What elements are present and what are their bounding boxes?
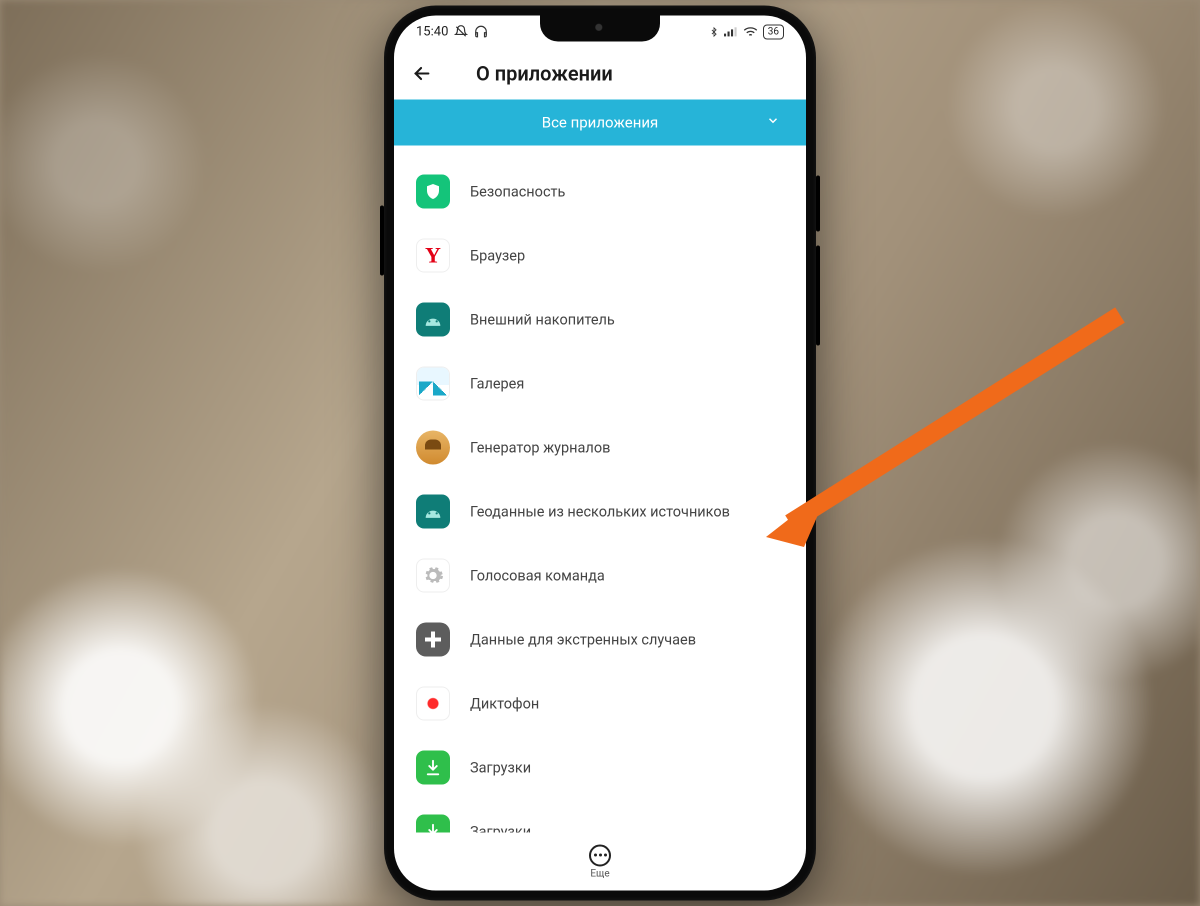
bluetooth-icon <box>709 25 719 38</box>
app-label: Безопасность <box>470 183 565 200</box>
log-icon <box>416 431 450 465</box>
chevron-down-icon <box>766 114 780 132</box>
back-button[interactable] <box>408 60 436 88</box>
phone-frame: 15:40 36 <box>384 6 816 901</box>
app-label: Внешний накопитель <box>470 311 615 328</box>
app-row-emergency[interactable]: Данные для экстренных случаев <box>394 608 806 672</box>
app-row-recorder[interactable]: Диктофон <box>394 672 806 736</box>
shield-icon <box>416 175 450 209</box>
app-label: Галерея <box>470 375 524 392</box>
app-label: Загрузки <box>470 759 531 776</box>
app-label: Геоданные из нескольких источников <box>470 503 730 520</box>
gallery-icon <box>416 367 450 401</box>
dnd-icon <box>454 25 468 39</box>
record-icon <box>416 687 450 721</box>
app-row-fused-location[interactable]: Геоданные из нескольких источников <box>394 480 806 544</box>
app-label: Диктофон <box>470 695 539 712</box>
app-row-voice-command[interactable]: Голосовая команда <box>394 544 806 608</box>
filter-label: Все приложения <box>542 114 659 132</box>
app-row-log-generator[interactable]: Генератор журналов <box>394 416 806 480</box>
gear-icon <box>416 559 450 593</box>
status-time: 15:40 <box>416 24 448 39</box>
phone-screen: 15:40 36 <box>394 16 806 891</box>
battery-level: 36 <box>763 24 784 39</box>
download-icon <box>416 815 450 833</box>
download-icon <box>416 751 450 785</box>
filter-dropdown[interactable]: Все приложения <box>394 100 806 146</box>
yandex-icon: Y <box>416 239 450 273</box>
app-list: Безопасность Y Браузер Внешний накопител… <box>394 146 806 833</box>
app-row-gallery[interactable]: Галерея <box>394 352 806 416</box>
app-row-downloads-2[interactable]: Загрузки <box>394 800 806 833</box>
phone-side-button <box>380 206 384 276</box>
more-icon <box>589 844 611 866</box>
app-row-external-storage[interactable]: Внешний накопитель <box>394 288 806 352</box>
app-row-browser[interactable]: Y Браузер <box>394 224 806 288</box>
app-row-security[interactable]: Безопасность <box>394 160 806 224</box>
signal-icon <box>724 26 738 38</box>
app-header: О приложении <box>394 48 806 100</box>
headphones-icon <box>474 25 488 39</box>
app-row-downloads-1[interactable]: Загрузки <box>394 736 806 800</box>
page-title: О приложении <box>476 62 613 86</box>
app-label: Генератор журналов <box>470 439 610 456</box>
android-icon <box>416 495 450 529</box>
wifi-icon <box>743 26 758 38</box>
arrow-left-icon <box>411 63 433 85</box>
plus-icon <box>416 623 450 657</box>
android-icon <box>416 303 450 337</box>
app-label: Браузер <box>470 247 525 264</box>
phone-notch <box>540 16 660 42</box>
more-button[interactable]: Еще <box>394 833 806 891</box>
more-label: Еще <box>590 868 609 879</box>
app-label: Голосовая команда <box>470 567 605 584</box>
app-label: Данные для экстренных случаев <box>470 631 696 648</box>
app-label: Загрузки <box>470 823 531 833</box>
